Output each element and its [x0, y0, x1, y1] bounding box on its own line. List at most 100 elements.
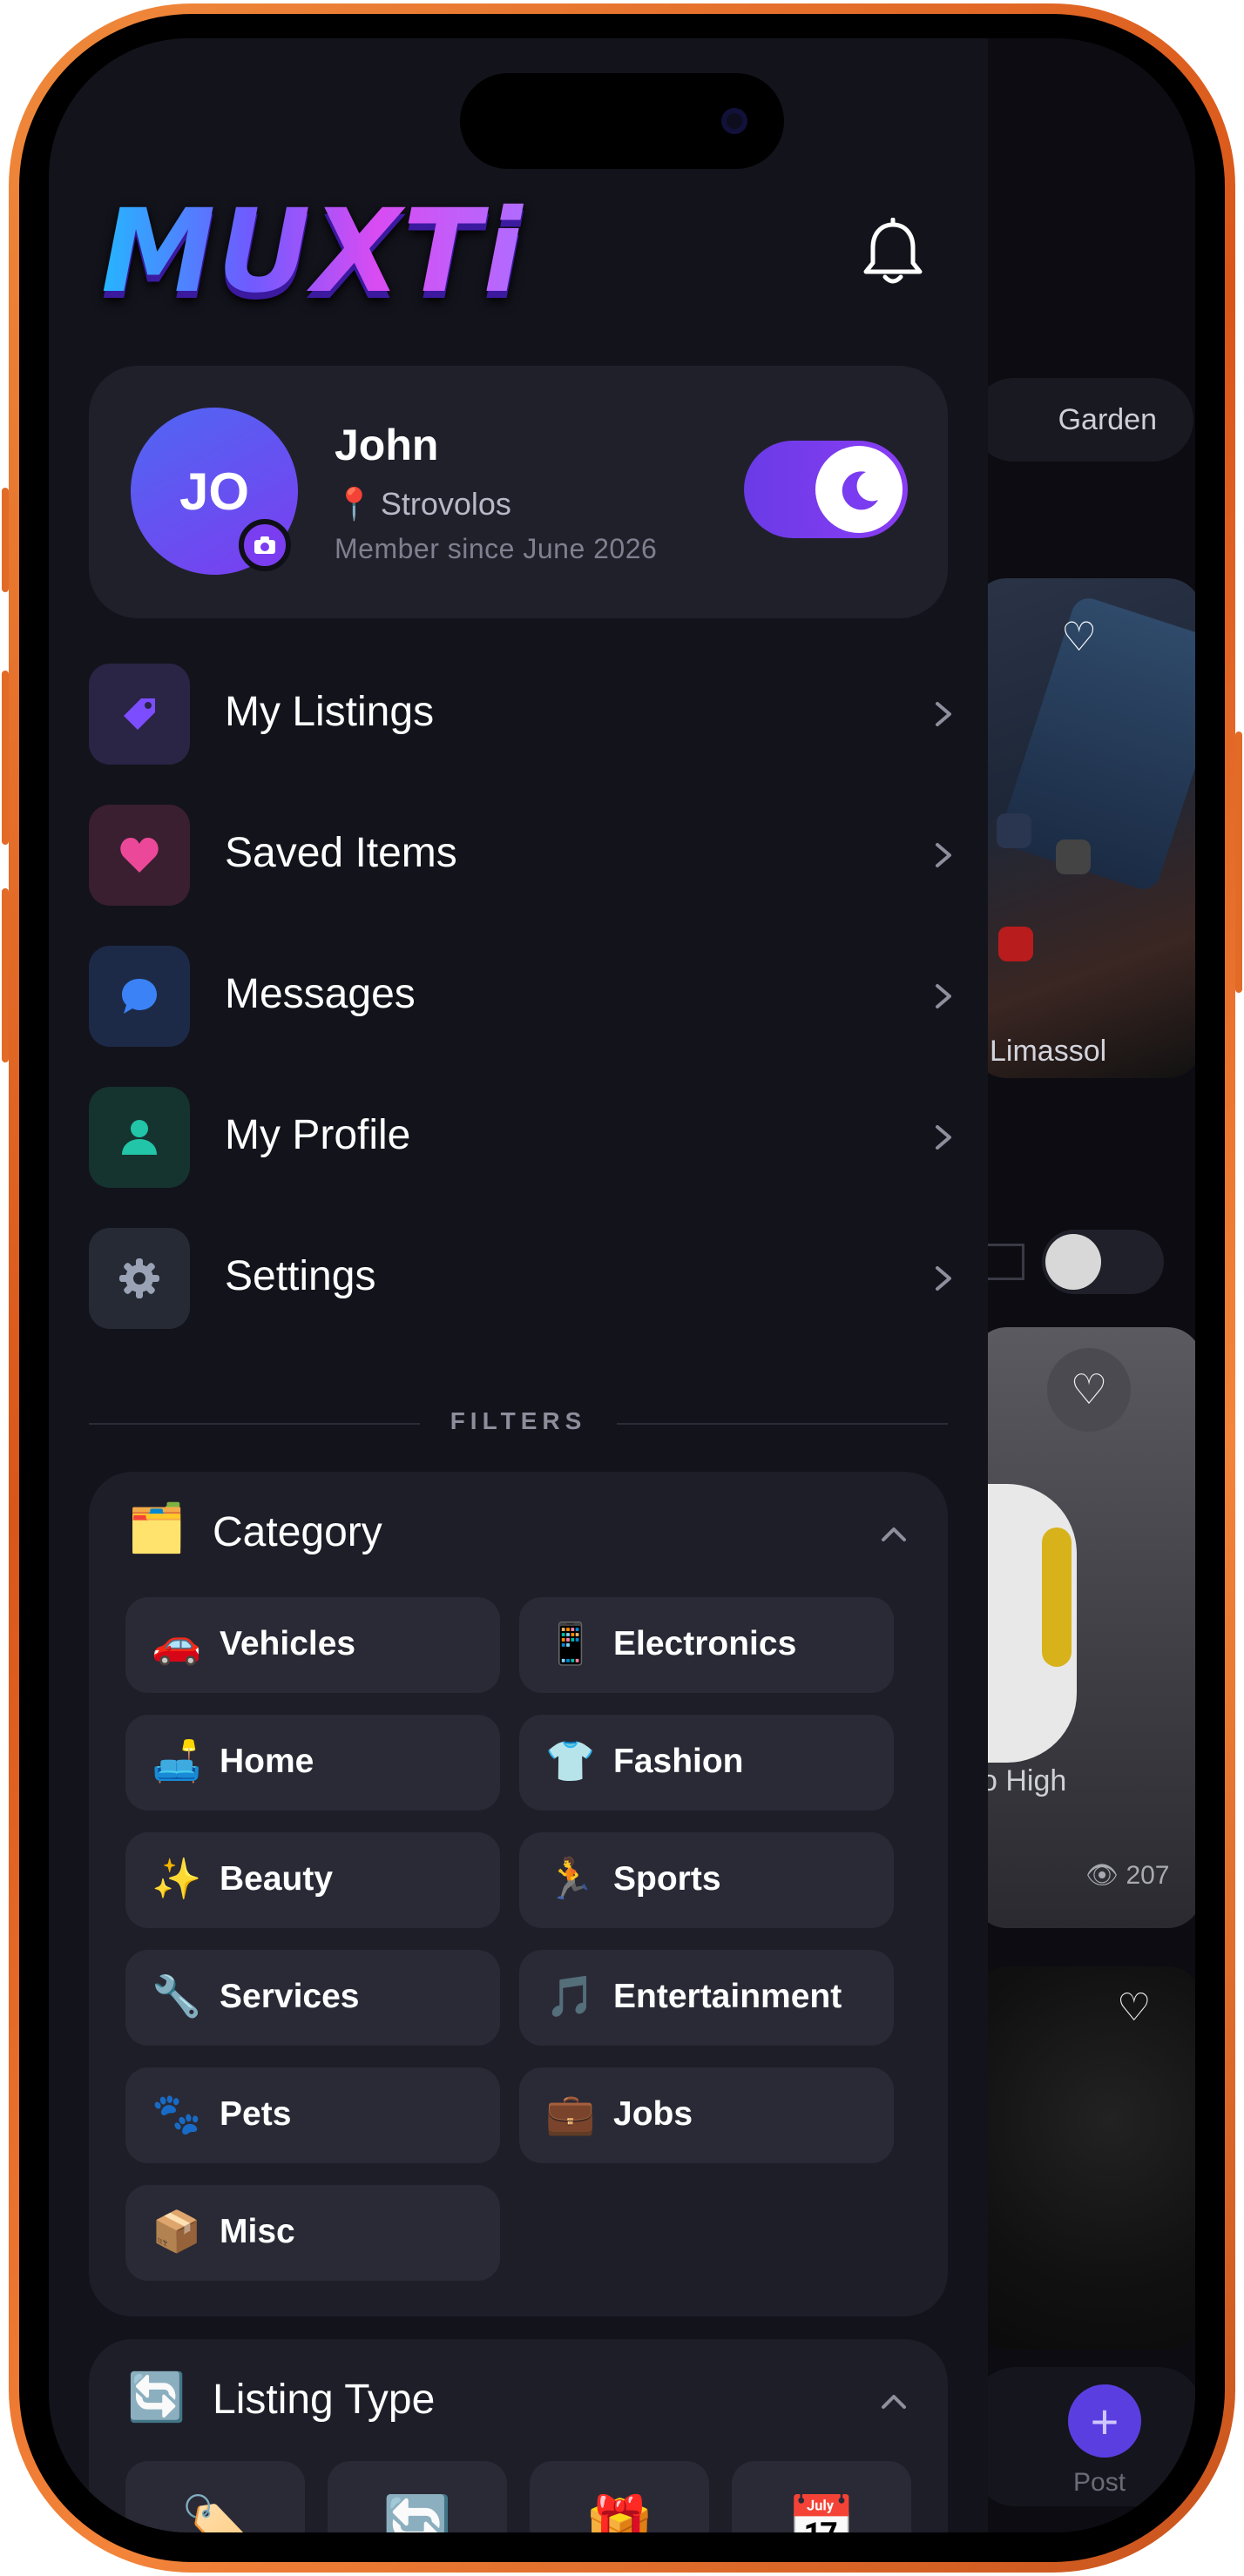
view-toggle[interactable] — [1042, 1230, 1164, 1294]
chevron-right-icon — [936, 702, 951, 726]
power-button — [1235, 732, 1242, 993]
app-icon — [997, 813, 1031, 848]
chevron-right-icon — [936, 843, 951, 867]
chevron-right-icon — [936, 984, 951, 1008]
heart-icon — [89, 805, 190, 906]
shirt-icon: 👕 — [545, 1738, 596, 1784]
category-chip-entertainment[interactable]: 🎵 Entertainment — [519, 1950, 894, 2046]
volume-down-button — [2, 888, 9, 1062]
person-icon — [89, 1087, 190, 1188]
moon-icon — [815, 446, 903, 533]
background-listing-card[interactable] — [972, 1966, 1195, 2350]
post-plus-icon[interactable]: + — [1068, 2384, 1141, 2458]
background-category-chip[interactable]: Garden — [972, 378, 1193, 462]
bell-icon[interactable] — [862, 218, 923, 286]
listing-type-free[interactable]: 🎁 — [530, 2461, 709, 2532]
chip-label: Jobs — [613, 2095, 693, 2133]
chip-label: Pets — [220, 2095, 292, 2133]
action-button — [2, 488, 9, 592]
chip-label: Entertainment — [613, 1978, 842, 2015]
runner-icon: 🏃 — [545, 1856, 596, 1901]
menu-item-saved-items[interactable]: Saved Items — [89, 805, 960, 906]
chevron-up-icon[interactable] — [876, 2384, 911, 2419]
chevron-right-icon — [936, 1266, 951, 1291]
listing-type-rent[interactable]: 📅 — [732, 2461, 911, 2532]
couch-icon: 🛋️ — [152, 1738, 202, 1784]
member-since: Member since June 2026 — [335, 533, 658, 564]
category-chip-fashion[interactable]: 👕 Fashion — [519, 1715, 894, 1811]
wrench-icon: 🔧 — [152, 1973, 202, 2019]
tag-icon — [89, 664, 190, 765]
chip-label: Fashion — [613, 1743, 744, 1780]
camera-icon[interactable] — [239, 519, 291, 571]
phone-icon: 📱 — [545, 1621, 596, 1666]
app-icon — [998, 927, 1033, 961]
category-title: Category — [213, 1509, 382, 1555]
chip-label: Misc — [220, 2213, 295, 2250]
menu-label: My Listings — [225, 689, 435, 735]
menu-item-messages[interactable]: Messages — [89, 946, 960, 1047]
category-chip-vehicles[interactable]: 🚗 Vehicles — [125, 1597, 500, 1693]
sparkles-icon: ✨ — [152, 1856, 202, 1901]
music-note-icon: 🎵 — [545, 1973, 596, 2019]
eye-icon: 👁 — [1085, 1861, 1119, 1890]
pin-icon: 📍 — [335, 486, 374, 522]
menu-item-settings[interactable]: Settings — [89, 1228, 960, 1329]
listing-title: o High — [981, 1764, 1067, 1797]
category-chip-beauty[interactable]: ✨ Beauty — [125, 1832, 500, 1928]
category-chip-jobs[interactable]: 💼 Jobs — [519, 2067, 894, 2163]
chevron-up-icon[interactable] — [876, 1517, 911, 1552]
chat-bubble-icon — [89, 946, 190, 1047]
menu-label: My Profile — [225, 1112, 411, 1158]
category-chip-sports[interactable]: 🏃 Sports — [519, 1832, 894, 1928]
listing-type-swap[interactable]: 🔄 — [328, 2461, 507, 2532]
chip-label: Services — [220, 1978, 360, 2015]
filters-divider: FILTERS — [89, 1397, 948, 1449]
filters-heading: FILTERS — [450, 1407, 587, 1434]
menu-label: Saved Items — [225, 830, 457, 876]
menu-item-my-listings[interactable]: My Listings — [89, 664, 960, 765]
dynamic-island — [460, 73, 784, 169]
category-chip-electronics[interactable]: 📱 Electronics — [519, 1597, 894, 1693]
chip-label: Electronics — [613, 1625, 797, 1662]
profile-card[interactable]: JO John 📍 Strovolos Member since June 202… — [89, 366, 948, 618]
listing-location: Limassol — [990, 1035, 1107, 1068]
category-section: 🗂️ Category 🚗 Vehicles 📱 Electronics 🛋️ Hom… — [89, 1472, 948, 2316]
profile-location: 📍 Strovolos — [335, 486, 511, 522]
listing-type-section: 🔄 Listing Type 🏷️ 🔄 🎁 📅 — [89, 2339, 948, 2532]
side-drawer: MUXTi JO John 📍 Strovolos Member since Ju… — [49, 38, 988, 2532]
category-chip-pets[interactable]: 🐾 Pets — [125, 2067, 500, 2163]
gear-icon — [89, 1228, 190, 1329]
profile-name: John — [335, 421, 439, 469]
listing-type-title: Listing Type — [213, 2377, 436, 2423]
swap-icon: 🔄 — [382, 2493, 452, 2532]
car-icon: 🚗 — [152, 1621, 202, 1666]
category-chip-services[interactable]: 🔧 Services — [125, 1950, 500, 2046]
heart-icon[interactable]: ♡ — [1047, 1348, 1131, 1432]
listing-image-detail — [1042, 1527, 1072, 1667]
gift-icon: 🎁 — [585, 2493, 654, 2532]
heart-icon[interactable]: ♡ — [1061, 613, 1097, 660]
listing-type-sale[interactable]: 🏷️ — [125, 2461, 305, 2532]
dark-mode-toggle[interactable] — [744, 441, 908, 538]
category-chip-home[interactable]: 🛋️ Home — [125, 1715, 500, 1811]
paw-icon: 🐾 — [152, 2091, 202, 2136]
heart-icon[interactable]: ♡ — [1117, 1986, 1151, 2030]
category-chip-misc[interactable]: 📦 Misc — [125, 2185, 500, 2281]
price-tag-icon: 🏷️ — [180, 2493, 250, 2532]
chip-label: Home — [220, 1743, 314, 1780]
app-icon — [1056, 840, 1091, 874]
menu-label: Settings — [225, 1253, 376, 1299]
app-logo: MUXTi — [101, 185, 524, 319]
camera-icon — [721, 108, 747, 134]
volume-up-button — [2, 671, 9, 845]
views-count: 👁 207 — [1085, 1861, 1170, 1890]
post-label: Post — [1073, 2468, 1126, 2497]
screen: Garden ♡ Limassol ♡ o High 👁 207 ♡ + Pos… — [49, 38, 1195, 2532]
chip-label: Sports — [613, 1860, 721, 1898]
chip-label: Vehicles — [220, 1625, 356, 1662]
chip-label: Beauty — [220, 1860, 334, 1898]
chevron-right-icon — [936, 1125, 951, 1150]
menu-item-my-profile[interactable]: My Profile — [89, 1087, 960, 1188]
repeat-icon: 🔄 — [127, 2371, 186, 2424]
